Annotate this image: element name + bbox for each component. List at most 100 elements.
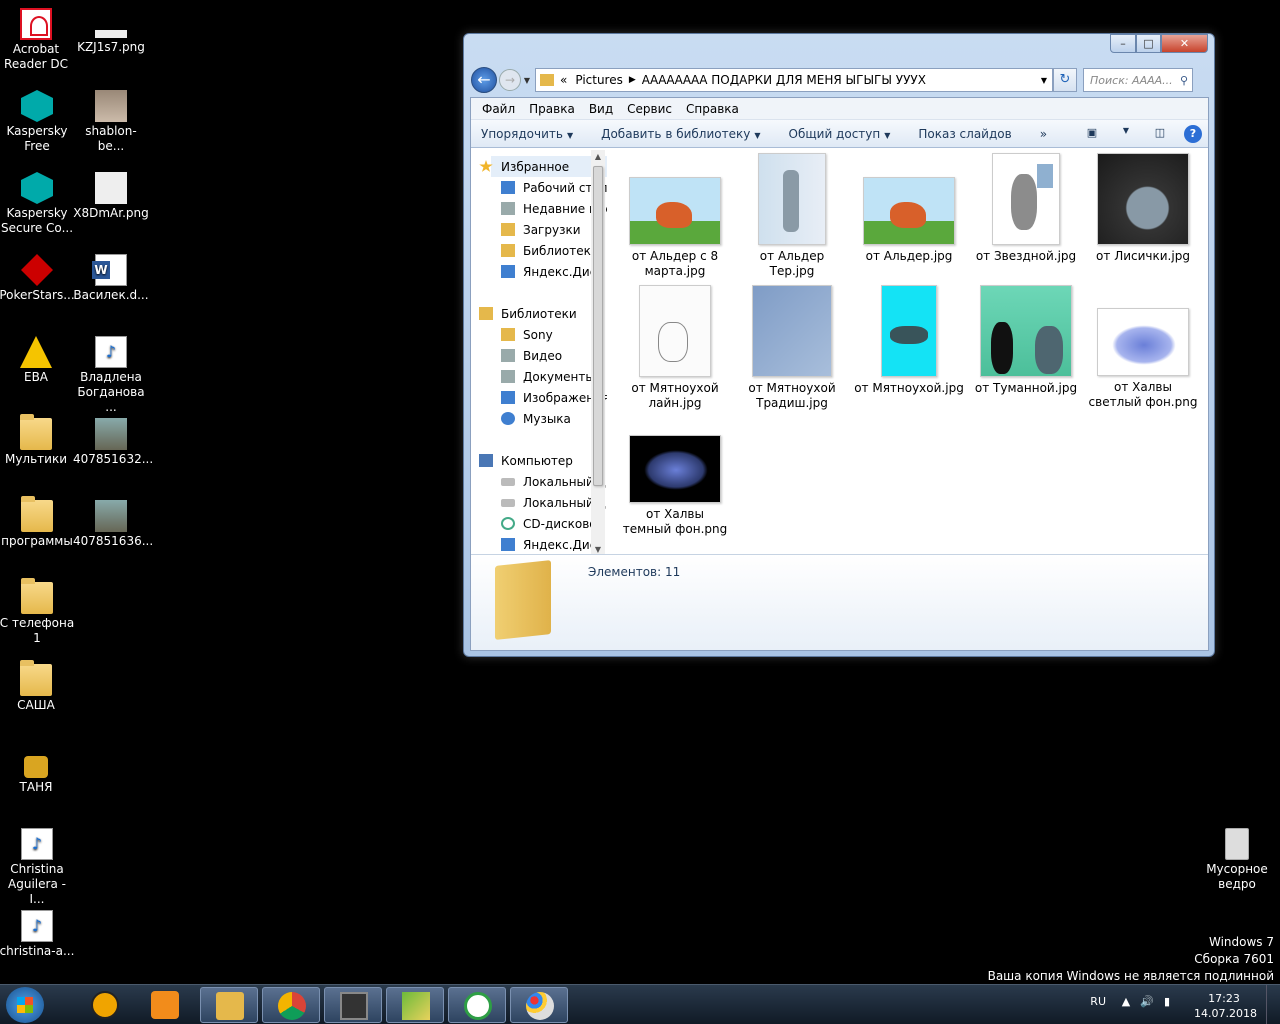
desktop-icon-pokerstars[interactable]: PokerStars... xyxy=(0,254,75,303)
yandex-disk-icon xyxy=(501,265,515,278)
view-options-dropdown-icon[interactable]: ▼ xyxy=(1116,126,1136,142)
file-item[interactable]: от Мятноухой лайн.jpg xyxy=(620,285,730,411)
breadcrumb-current-folder[interactable]: АААААААА ПОДАРКИ ДЛЯ МЕНЯ ЫГЫГЫ УУУХ xyxy=(642,73,926,87)
nav-local-disk-2[interactable]: Локальный диск xyxy=(491,492,607,513)
taskbar-app-video[interactable] xyxy=(324,987,382,1023)
nav-music[interactable]: Музыка xyxy=(491,408,607,429)
breadcrumb-separator-icon[interactable]: ▶ xyxy=(629,75,636,85)
nav-desktop[interactable]: Рабочий стол xyxy=(491,177,607,198)
desktop-icon-407851632[interactable]: 407851632... xyxy=(73,418,153,467)
nav-libraries-fav[interactable]: Библиотеки xyxy=(491,240,607,261)
desktop-icon-recycle-bin[interactable]: Мусорное ведро xyxy=(1199,828,1275,892)
taskbar-app-paint[interactable] xyxy=(510,987,568,1023)
file-item[interactable]: от Альдер Тер.jpg xyxy=(737,153,847,279)
desktop-icon-eba[interactable]: EBA xyxy=(0,336,74,385)
nav-yandex-disk[interactable]: Яндекс.Диск xyxy=(491,261,607,282)
network-icon[interactable]: ▮ xyxy=(1164,995,1180,1008)
start-button[interactable] xyxy=(6,987,44,1023)
taskbar-app-monitor[interactable] xyxy=(448,987,506,1023)
desktop-icon-vladlena[interactable]: ♪ Владлена Богданова ... xyxy=(73,336,149,415)
nav-computer[interactable]: Компьютер xyxy=(479,450,607,471)
desktop-icon-multiki[interactable]: Мультики xyxy=(0,414,74,467)
show-desktop-button[interactable] xyxy=(1266,985,1280,1024)
clock[interactable]: 17:23 14.07.2018 xyxy=(1194,991,1257,1021)
desktop-icon-christina-2[interactable]: ♪ christina-a... xyxy=(0,910,75,959)
yandex-disk-icon xyxy=(501,538,515,551)
help-icon[interactable]: ? xyxy=(1184,124,1202,143)
add-to-library-button[interactable]: Добавить в библиотеку ▼ xyxy=(601,127,760,141)
desktop-icon-kaspersky-secure[interactable]: Kaspersky Secure Co... xyxy=(0,172,75,236)
menu-file[interactable]: Файл xyxy=(475,102,522,116)
address-dropdown-icon[interactable]: ▼ xyxy=(1036,76,1052,85)
scroll-up-icon[interactable]: ▲ xyxy=(591,152,605,161)
maximize-button[interactable]: □ xyxy=(1136,34,1161,53)
back-button[interactable]: ← xyxy=(471,67,497,93)
nav-documents[interactable]: Документы xyxy=(491,366,607,387)
nav-libraries[interactable]: Библиотеки xyxy=(479,303,607,324)
nav-sony[interactable]: Sony xyxy=(491,324,607,345)
desktop-icon-407851636[interactable]: 407851636... xyxy=(73,500,153,549)
menu-edit[interactable]: Правка xyxy=(522,102,582,116)
file-item[interactable]: от Халвы темный фон.png xyxy=(620,435,730,537)
file-item[interactable]: от Лисички.jpg xyxy=(1088,153,1198,264)
mp3-icon: ♪ xyxy=(21,910,53,942)
show-hidden-icons-icon[interactable]: ▲ xyxy=(1122,995,1140,1008)
file-item[interactable]: от Мятноухой.jpg xyxy=(854,285,964,396)
taskbar-app-map[interactable] xyxy=(386,987,444,1023)
taskbar-app-media-player[interactable] xyxy=(136,987,194,1023)
recent-pages-dropdown[interactable]: ▼ xyxy=(521,76,533,85)
breadcrumb-pictures[interactable]: Pictures xyxy=(575,73,623,87)
chrome-icon xyxy=(278,992,306,1020)
desktop-icon-vasilek[interactable]: Василек.d... xyxy=(73,254,149,303)
share-button[interactable]: Общий доступ ▼ xyxy=(789,127,891,141)
desktop-icon-christina-1[interactable]: ♪ Christina Aguilera - I... xyxy=(0,828,75,907)
file-item[interactable]: от Звездной.jpg xyxy=(971,153,1081,264)
preview-pane-icon[interactable]: ◫ xyxy=(1150,126,1170,142)
search-input[interactable]: Поиск: АААА... ⚲ xyxy=(1083,68,1193,92)
menu-view[interactable]: Вид xyxy=(582,102,620,116)
menu-help[interactable]: Справка xyxy=(679,102,746,116)
desktop-icon-programmy[interactable]: программы xyxy=(0,496,75,549)
file-item[interactable]: от Альдер.jpg xyxy=(854,177,964,264)
desktop-icon-kzj1s7[interactable]: KZJ1s7.png xyxy=(73,8,149,55)
desktop-icon-shablon[interactable]: shablon-be... xyxy=(73,90,149,154)
nav-downloads[interactable]: Загрузки xyxy=(491,219,607,240)
nav-local-disk-1[interactable]: Локальный диск xyxy=(491,471,607,492)
desktop-icon-sasha[interactable]: САША xyxy=(0,660,74,713)
desktop-icon-s-telefona[interactable]: С телефона 1 xyxy=(0,578,75,646)
slideshow-button[interactable]: Показ слайдов xyxy=(918,127,1011,141)
navigation-scrollbar[interactable]: ▲ ▼ xyxy=(591,150,605,556)
nav-favorites[interactable]: Избранное xyxy=(479,156,607,177)
taskbar-app-chrome[interactable] xyxy=(262,987,320,1023)
nav-recent[interactable]: Недавние места xyxy=(491,198,607,219)
taskbar-app-aimp[interactable] xyxy=(76,987,134,1023)
desktop-icon-tanya[interactable]: ТАНЯ xyxy=(0,746,74,795)
file-item[interactable]: от Туманной.jpg xyxy=(971,285,1081,396)
taskbar-app-explorer[interactable] xyxy=(200,987,258,1023)
menu-tools[interactable]: Сервис xyxy=(620,102,679,116)
nav-pictures[interactable]: Изображения xyxy=(491,387,607,408)
forward-button[interactable]: → xyxy=(499,69,521,91)
nav-video[interactable]: Видео xyxy=(491,345,607,366)
organize-button[interactable]: Упорядочить ▼ xyxy=(481,127,573,141)
scrollbar-thumb[interactable] xyxy=(593,166,603,486)
more-commands-button[interactable]: » xyxy=(1040,127,1047,141)
scroll-down-icon[interactable]: ▼ xyxy=(591,545,605,554)
desktop-icon-acrobat[interactable]: Acrobat Reader DC xyxy=(0,8,74,72)
file-item[interactable]: от Альдер с 8 марта.jpg xyxy=(620,177,730,279)
file-thumbnail xyxy=(1097,153,1189,245)
nav-cd-drive[interactable]: CD-дисковод xyxy=(491,513,607,534)
language-indicator[interactable]: RU xyxy=(1090,995,1106,1008)
file-item[interactable]: от Мятноухой Традиш.jpg xyxy=(737,285,847,411)
refresh-button[interactable]: ↻ xyxy=(1053,68,1077,92)
nav-yandex-disk-2[interactable]: Яндекс.Диск xyxy=(491,534,607,555)
file-item[interactable]: от Халвы светлый фон.png xyxy=(1088,308,1198,410)
change-view-icon[interactable]: ▣ xyxy=(1082,126,1102,142)
minimize-button[interactable]: – xyxy=(1110,34,1136,53)
desktop-icon-x8dmar[interactable]: X8DmAr.png xyxy=(73,172,149,221)
address-bar[interactable]: « Pictures ▶ АААААААА ПОДАРКИ ДЛЯ МЕНЯ Ы… xyxy=(535,68,1053,92)
volume-icon[interactable]: 🔊 xyxy=(1140,995,1164,1008)
close-button[interactable]: ✕ xyxy=(1161,34,1208,53)
desktop-icon-kaspersky[interactable]: Kaspersky Free xyxy=(0,90,75,154)
kaspersky-icon xyxy=(21,90,53,122)
